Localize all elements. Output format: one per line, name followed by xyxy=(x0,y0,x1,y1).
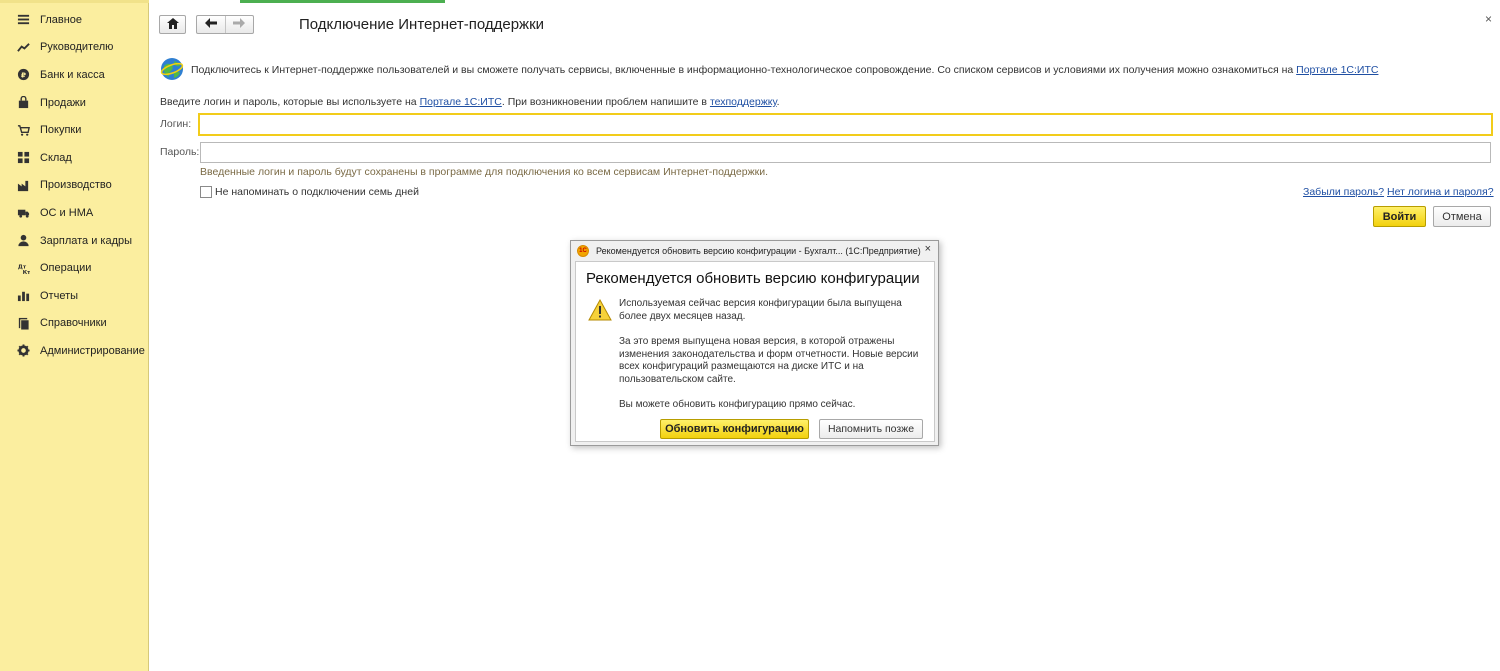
truck-icon xyxy=(16,206,30,220)
back-button[interactable] xyxy=(197,16,225,33)
its-portal-link[interactable]: Портале 1С:ИТС xyxy=(1296,64,1378,76)
arrow-left-icon xyxy=(204,18,217,31)
sidebar-item-label: Справочники xyxy=(40,317,107,330)
login-input[interactable] xyxy=(198,113,1493,136)
factory-icon xyxy=(16,178,30,192)
book-icon xyxy=(16,316,30,330)
login-button[interactable]: Войти xyxy=(1373,206,1426,227)
its-portal-link-2[interactable]: Портале 1С:ИТС xyxy=(420,96,502,108)
home-button[interactable] xyxy=(159,15,186,34)
dialog-close-button[interactable]: × xyxy=(925,243,931,255)
internet-support-icon xyxy=(160,57,184,81)
sidebar-item-purchases[interactable]: Покупки xyxy=(0,116,149,144)
intro-text: Подключитесь к Интернет-поддержке пользо… xyxy=(191,64,1378,76)
hint-prefix: Введите логин и пароль, которые вы испол… xyxy=(160,96,420,108)
sidebar: Главное Руководителю ₽ Банк и касса Прод… xyxy=(0,0,149,671)
sidebar-item-label: Зарплата и кадры xyxy=(40,234,133,247)
sidebar-item-main[interactable]: Главное xyxy=(0,6,149,34)
intro-message: Подключитесь к Интернет-поддержке пользо… xyxy=(191,64,1297,76)
dialog-text-version-age: Используемая сейчас версия конфигурации … xyxy=(619,298,902,322)
sidebar-item-manager[interactable]: Руководителю xyxy=(0,34,149,62)
support-link[interactable]: техподдержку xyxy=(710,96,777,108)
sidebar-item-label: Склад xyxy=(40,151,72,164)
sidebar-item-label: Операции xyxy=(40,262,92,275)
bar-chart-icon xyxy=(16,289,30,303)
person-icon xyxy=(16,234,30,248)
sidebar-item-admin[interactable]: Администрирование xyxy=(0,337,149,365)
bag-icon xyxy=(16,96,30,110)
dialog-text-new-version: За это время выпущена новая версия, в ко… xyxy=(619,336,919,385)
update-config-button[interactable]: Обновить конфигурацию xyxy=(660,419,809,439)
sidebar-item-reports[interactable]: Отчеты xyxy=(0,282,149,310)
sidebar-item-label: Администрирование xyxy=(40,344,145,357)
no-login-link[interactable]: Нет логина и пароля? xyxy=(1387,186,1494,198)
history-nav xyxy=(196,15,254,34)
sidebar-top-line xyxy=(0,0,149,3)
dialog-body: Рекомендуется обновить версию конфигурац… xyxy=(575,261,935,442)
coin-icon: ₽ xyxy=(16,68,30,82)
gear-icon xyxy=(16,344,30,358)
dont-remind-label[interactable]: Не напоминать о подключении семь дней xyxy=(215,186,419,198)
sidebar-item-salary[interactable]: Зарплата и кадры xyxy=(0,227,149,255)
dialog-text-update-now: Вы можете обновить конфигурацию прямо се… xyxy=(619,399,856,410)
arrow-right-icon xyxy=(233,18,246,31)
sidebar-nav: Главное Руководителю ₽ Банк и касса Прод… xyxy=(0,6,149,365)
sidebar-item-production[interactable]: Производство xyxy=(0,172,149,200)
sidebar-item-label: Производство xyxy=(40,179,112,192)
sidebar-item-operations[interactable]: Дт Кт Операции xyxy=(0,254,149,282)
page-title: Подключение Интернет-поддержки xyxy=(299,16,545,33)
sidebar-item-sales[interactable]: Продажи xyxy=(0,89,149,117)
sidebar-item-bank[interactable]: ₽ Банк и касса xyxy=(0,61,149,89)
sidebar-item-catalogs[interactable]: Справочники xyxy=(0,310,149,338)
forward-button[interactable] xyxy=(224,16,254,33)
dont-remind-checkbox[interactable] xyxy=(200,186,212,198)
sidebar-item-label: Главное xyxy=(40,13,83,26)
hint-suffix: . xyxy=(776,96,780,108)
sidebar-item-label: Банк и касса xyxy=(40,68,105,81)
sidebar-item-fixed-assets[interactable]: ОС и НМА xyxy=(0,199,149,227)
svg-text:₽: ₽ xyxy=(20,71,25,80)
dialog-heading: Рекомендуется обновить версию конфигурац… xyxy=(586,270,920,287)
warning-icon xyxy=(588,298,612,321)
update-config-dialog: 1С Рекомендуется обновить версию конфигу… xyxy=(570,240,939,446)
trend-icon xyxy=(16,40,30,54)
operations-icon: Дт Кт xyxy=(16,261,30,275)
login-label: Логин: xyxy=(160,118,192,130)
forgot-password-link[interactable]: Забыли пароль? xyxy=(1303,186,1384,198)
password-input[interactable] xyxy=(200,142,1491,163)
saved-credentials-note: Введенные логин и пароль будут сохранены… xyxy=(200,166,769,178)
cancel-button[interactable]: Отмена xyxy=(1433,206,1491,227)
sidebar-item-warehouse[interactable]: Склад xyxy=(0,144,149,172)
sidebar-item-label: Продажи xyxy=(40,96,86,109)
dialog-title: Рекомендуется обновить версию конфигурац… xyxy=(596,245,921,256)
home-icon xyxy=(166,17,179,32)
close-form-button[interactable]: × xyxy=(1485,12,1492,26)
password-label: Пароль: xyxy=(160,146,200,158)
dialog-titlebar[interactable]: 1С Рекомендуется обновить версию конфигу… xyxy=(571,241,938,260)
sidebar-item-label: Отчеты xyxy=(40,289,79,302)
active-tab-indicator xyxy=(240,0,445,3)
cart-icon xyxy=(16,123,30,137)
menu-icon xyxy=(16,13,30,27)
sidebar-item-label: ОС и НМА xyxy=(40,206,94,219)
grid-icon xyxy=(16,151,30,165)
login-hint: Введите логин и пароль, которые вы испол… xyxy=(160,96,780,108)
svg-text:Кт: Кт xyxy=(22,270,29,275)
sidebar-item-label: Руководителю xyxy=(40,41,114,54)
hint-middle: . При возникновении проблем напишите в xyxy=(501,96,710,108)
sidebar-item-label: Покупки xyxy=(40,124,82,137)
app-1c-icon: 1С xyxy=(577,244,589,257)
remind-later-button[interactable]: Напомнить позже xyxy=(819,419,923,439)
